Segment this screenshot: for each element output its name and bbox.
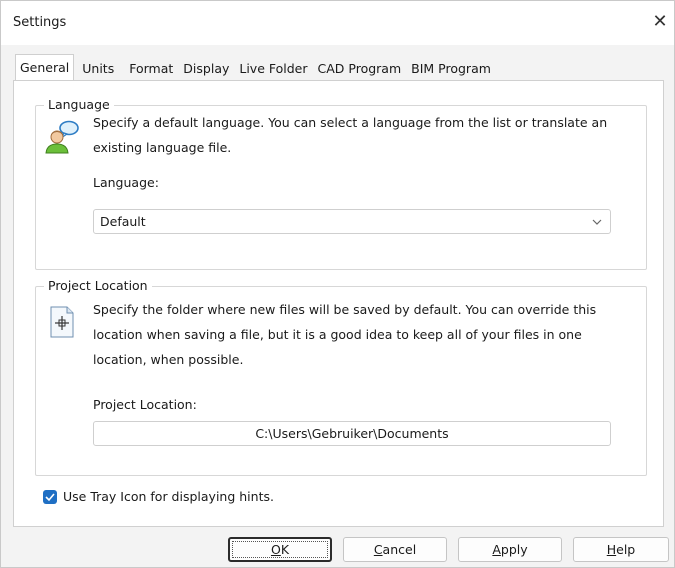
apply-label-rest: pply: [500, 542, 528, 557]
tab-units[interactable]: Units: [77, 57, 119, 80]
project-location-field[interactable]: C:\Users\Gebruiker\Documents: [93, 421, 611, 446]
language-description: Specify a default language. You can sele…: [93, 110, 641, 160]
tray-icon-option[interactable]: Use Tray Icon for displaying hints.: [43, 489, 274, 504]
tab-general[interactable]: General: [15, 54, 75, 80]
apply-accelerator: A: [492, 542, 501, 557]
help-accelerator: H: [606, 542, 617, 557]
project-description-line-2: location when saving a file, but it is a…: [93, 327, 582, 342]
checkmark-icon: [45, 492, 55, 501]
language-selected-value: Default: [100, 214, 146, 229]
tab-display[interactable]: Display: [178, 57, 234, 80]
language-label: Language:: [93, 175, 159, 190]
dialog-title: Settings: [13, 15, 67, 30]
language-description-line-2: existing language file.: [93, 140, 232, 155]
tab-bim-program[interactable]: BIM Program: [406, 57, 496, 80]
tab-format[interactable]: Format: [124, 57, 178, 80]
settings-dialog: Settings ✕ Language Specify a default la…: [0, 0, 675, 568]
language-group: Language Specify a default language. You…: [35, 97, 647, 270]
tab-cad-program[interactable]: CAD Program: [313, 57, 407, 80]
cancel-accelerator: C: [373, 542, 383, 557]
document-target-icon: [48, 306, 76, 338]
title-bar: Settings ✕: [1, 1, 674, 45]
project-description-line-3: location, when possible.: [93, 352, 244, 367]
project-location-description: Specify the folder where new files will …: [93, 297, 641, 372]
tab-live-folder[interactable]: Live Folder: [234, 57, 312, 80]
help-button[interactable]: Help: [573, 537, 669, 562]
help-label-rest: elp: [616, 542, 636, 557]
project-location-group: Project Location Specify the folder wher…: [35, 278, 647, 476]
project-location-legend: Project Location: [44, 278, 152, 293]
person-speech-icon: [44, 119, 80, 155]
focus-rectangle: [232, 541, 328, 558]
apply-button[interactable]: Apply: [458, 537, 562, 562]
chevron-down-icon: [592, 215, 602, 225]
cancel-button[interactable]: Cancel: [343, 537, 447, 562]
tab-bar: General Units Format Display Live Folder…: [15, 54, 496, 81]
general-tab-panel: Language Specify a default language. You…: [13, 80, 664, 527]
project-location-label: Project Location:: [93, 397, 197, 412]
ok-button[interactable]: OK: [228, 537, 332, 562]
close-button[interactable]: ✕: [648, 9, 672, 35]
project-description-line-1: Specify the folder where new files will …: [93, 302, 597, 317]
tray-icon-checkbox[interactable]: [43, 489, 57, 504]
cancel-label-rest: ancel: [382, 542, 417, 557]
language-select[interactable]: Default: [93, 209, 611, 234]
language-description-line-1: Specify a default language. You can sele…: [93, 115, 608, 130]
tray-icon-label: Use Tray Icon for displaying hints.: [63, 489, 274, 504]
